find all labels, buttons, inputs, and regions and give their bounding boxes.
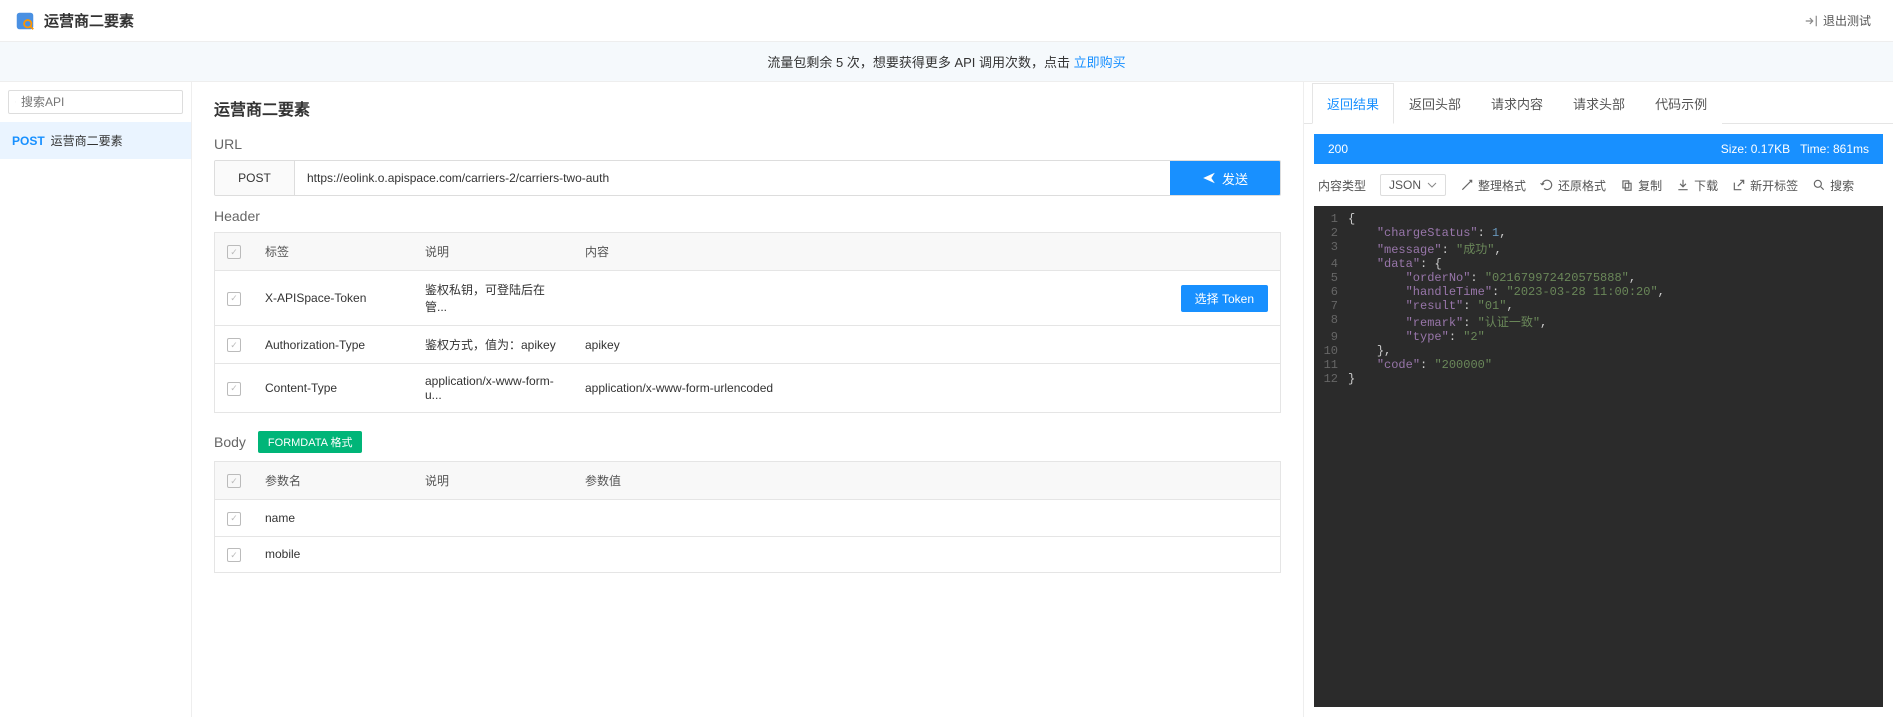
status-bar: 200 Size: 0.17KB Time: 861ms <box>1314 134 1883 164</box>
sidebar: POST运营商二要素 <box>0 82 192 717</box>
select-token-button[interactable]: 选择 Token <box>1181 285 1268 312</box>
search-icon <box>15 95 16 109</box>
page-title: 运营商二要素 <box>214 96 1281 120</box>
download-icon <box>1676 178 1690 192</box>
url-input[interactable]: https://eolink.o.apispace.com/carriers-2… <box>295 161 1170 195</box>
body-check-all[interactable]: ✓ <box>227 474 241 488</box>
header-row: ✓ Content-Type application/x-www-form-u.… <box>215 364 1281 413</box>
row-checkbox[interactable]: ✓ <box>227 338 241 352</box>
response-tabs: 返回结果 返回头部 请求内容 请求头部 代码示例 <box>1304 82 1893 124</box>
header-row: ✓ Authorization-Type 鉴权方式，值为：apikey apik… <box>215 326 1281 364</box>
topbar: 运营商二要素 退出测试 <box>0 0 1893 42</box>
url-label: URL <box>214 136 1281 152</box>
content-type-select[interactable]: JSON <box>1380 174 1446 196</box>
header-section-label: Header <box>214 208 1281 224</box>
newtab-button[interactable]: 新开标签 <box>1732 177 1798 194</box>
row-checkbox[interactable]: ✓ <box>227 292 241 306</box>
main-panel: 运营商二要素 URL POST https://eolink.o.apispac… <box>192 82 1303 717</box>
body-table: ✓ 参数名 说明 参数值 ✓ name ✓ mobile <box>214 461 1281 573</box>
http-method[interactable]: POST <box>215 161 295 195</box>
tab-request-headers[interactable]: 请求头部 <box>1558 83 1640 124</box>
app-title: 运营商二要素 <box>44 10 134 31</box>
restore-button[interactable]: 还原格式 <box>1540 177 1606 194</box>
chevron-down-icon <box>1427 180 1437 190</box>
tab-response-body[interactable]: 返回结果 <box>1312 83 1394 124</box>
exit-test-button[interactable]: 退出测试 <box>1796 8 1879 33</box>
headers-table: ✓ 标签 说明 内容 ✓ X-APISpace-Token 鉴权私钥，可登陆后在… <box>214 232 1281 413</box>
buy-now-link[interactable]: 立即购买 <box>1074 55 1126 70</box>
param-row: ✓ mobile <box>215 536 1281 573</box>
row-checkbox[interactable]: ✓ <box>227 382 241 396</box>
send-icon <box>1202 171 1216 185</box>
wand-icon <box>1460 178 1474 192</box>
response-code-viewer[interactable]: 1{2 "chargeStatus": 1,3 "message": "成功",… <box>1314 206 1883 707</box>
row-checkbox[interactable]: ✓ <box>227 512 241 526</box>
copy-button[interactable]: 复制 <box>1620 177 1662 194</box>
header-row: ✓ X-APISpace-Token 鉴权私钥，可登陆后在管... 选择 Tok… <box>215 271 1281 326</box>
response-toolbar: 内容类型 JSON 整理格式 还原格式 复制 下载 新开标签 搜索 <box>1304 164 1893 206</box>
undo-icon <box>1540 178 1554 192</box>
app-logo-icon <box>14 10 36 32</box>
response-panel: 返回结果 返回头部 请求内容 请求头部 代码示例 200 Size: 0.17K… <box>1303 82 1893 717</box>
exit-icon <box>1804 14 1818 28</box>
search-button[interactable]: 搜索 <box>1812 177 1854 194</box>
header-check-all[interactable]: ✓ <box>227 245 241 259</box>
download-button[interactable]: 下载 <box>1676 177 1718 194</box>
api-search-input[interactable] <box>8 90 183 114</box>
external-icon <box>1732 178 1746 192</box>
format-button[interactable]: 整理格式 <box>1460 177 1526 194</box>
tab-code-sample[interactable]: 代码示例 <box>1640 83 1722 124</box>
sidebar-item-api[interactable]: POST运营商二要素 <box>0 122 191 159</box>
copy-icon <box>1620 178 1634 192</box>
send-button[interactable]: 发送 <box>1170 161 1280 195</box>
param-row: ✓ name <box>215 500 1281 537</box>
formdata-badge: FORMDATA 格式 <box>258 431 363 453</box>
tab-response-headers[interactable]: 返回头部 <box>1394 83 1476 124</box>
tab-request-body[interactable]: 请求内容 <box>1476 83 1558 124</box>
row-checkbox[interactable]: ✓ <box>227 548 241 562</box>
body-section-label: Body <box>214 434 246 450</box>
search-icon <box>1812 178 1826 192</box>
announcement-bar: 流量包剩余 5 次，想要获得更多 API 调用次数，点击 立即购买 <box>0 42 1893 82</box>
status-code: 200 <box>1328 142 1348 156</box>
